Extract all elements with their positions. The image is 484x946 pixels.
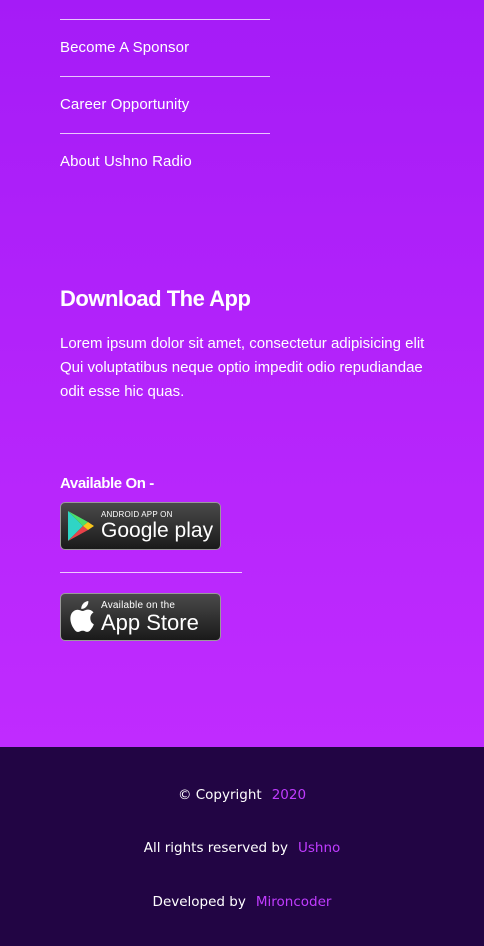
google-play-small-text: ANDROID APP ON bbox=[101, 510, 173, 519]
download-app-description: Lorem ipsum dolor sit amet, consectetur … bbox=[60, 335, 425, 400]
menu-divider bbox=[60, 76, 270, 77]
copyright-line: © Copyright 2020 bbox=[0, 787, 484, 803]
developer-link[interactable]: Mironcoder bbox=[256, 894, 332, 910]
app-store-big-text: App Store bbox=[101, 609, 199, 635]
menu-link-career-opportunity[interactable]: Career Opportunity bbox=[60, 96, 189, 113]
app-store-button[interactable]: Available on the App Store bbox=[60, 593, 221, 641]
rights-owner-link[interactable]: Ushno bbox=[298, 840, 340, 856]
apple-icon bbox=[61, 601, 101, 633]
developed-by-label: Developed by bbox=[152, 894, 246, 910]
google-play-icon bbox=[61, 510, 101, 542]
app-store-small-text: Available on the bbox=[101, 599, 176, 611]
rights-label: All rights reserved by bbox=[143, 840, 288, 856]
footer-links-section: Become A Sponsor Career Opportunity Abou… bbox=[0, 0, 484, 747]
store-divider bbox=[60, 572, 242, 573]
menu-divider bbox=[60, 19, 270, 20]
download-app-title: Download The App bbox=[60, 286, 251, 311]
copyright-label: © Copyright bbox=[177, 787, 262, 803]
site-footer: © Copyright 2020 All rights reserved by Us… bbox=[0, 747, 484, 946]
google-play-big-text: Google play bbox=[101, 519, 214, 542]
available-on-label: Available On - bbox=[60, 475, 154, 492]
copyright-year: 2020 bbox=[271, 787, 307, 803]
menu-link-about-ushno-radio[interactable]: About Ushno Radio bbox=[60, 153, 192, 170]
rights-line: All rights reserved by Ushno bbox=[0, 840, 484, 856]
developer-line: Developed by Mironcoder bbox=[0, 894, 484, 910]
google-play-button[interactable]: ANDROID APP ON Google play bbox=[60, 502, 221, 550]
menu-link-become-sponsor[interactable]: Become A Sponsor bbox=[60, 39, 189, 56]
menu-divider bbox=[60, 133, 270, 134]
